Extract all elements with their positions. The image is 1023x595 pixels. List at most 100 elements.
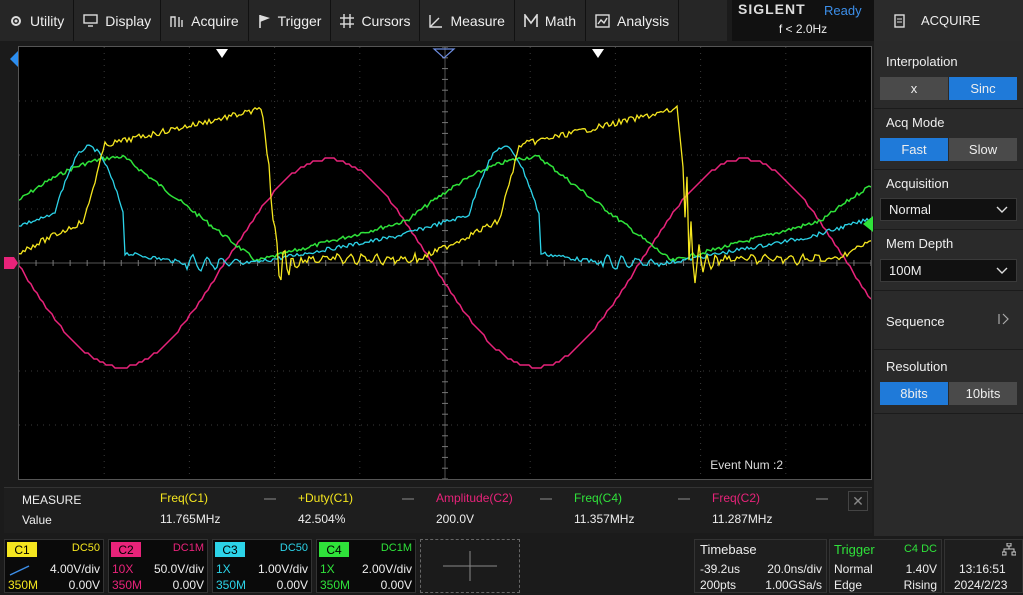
- channel-bandwidth: 350M: [112, 578, 143, 592]
- channel-coupling: DC1M: [380, 542, 412, 554]
- sequence-button[interactable]: Sequence: [874, 291, 1023, 349]
- acq-mode-slow-option[interactable]: Slow: [949, 138, 1017, 161]
- menu-acquire[interactable]: Acquire: [161, 0, 249, 41]
- resolution-toggle: 8bits 10bits: [880, 382, 1017, 405]
- measure-name: +Duty(C1): [298, 491, 354, 505]
- channel-c3[interactable]: C3 DC50 1X 1.00V/div 350M 0.00V: [212, 539, 312, 593]
- channel-offset: 0.00V: [276, 578, 308, 592]
- waveform-display[interactable]: Event Num :2: [18, 46, 872, 480]
- trigger-position-icon[interactable]: [432, 48, 456, 59]
- trigger-level-marker: [863, 216, 873, 232]
- channel-c2[interactable]: C2 DC1M 10X 50.0V/div 350M 0.00V: [108, 539, 208, 593]
- divider: [540, 498, 552, 500]
- gear-icon: [11, 15, 21, 26]
- acq-mode-toggle: Fast Slow: [880, 138, 1017, 161]
- trigger-mode: Normal: [834, 562, 873, 576]
- measure-name: Freq(C2): [712, 491, 761, 505]
- measure-item[interactable]: +Duty(C1) 42.504%: [298, 488, 418, 534]
- time-marker-icon[interactable]: [216, 49, 228, 58]
- acquisition-dropdown[interactable]: Normal: [880, 198, 1017, 221]
- menu-display-label: Display: [105, 12, 152, 29]
- channel-tag: C1: [7, 542, 37, 557]
- menu-utility[interactable]: Utility: [0, 0, 75, 41]
- menu-display[interactable]: Display: [74, 0, 162, 41]
- resolution-10bits-option[interactable]: 10bits: [949, 382, 1017, 405]
- network-icon: [1002, 543, 1016, 556]
- mem-depth-dropdown[interactable]: 100M: [880, 259, 1017, 282]
- menu-analysis[interactable]: Analysis: [586, 0, 680, 41]
- divider: [874, 169, 1023, 170]
- measure-value: 42.504%: [298, 512, 346, 526]
- menu-measure[interactable]: Measure: [420, 0, 515, 41]
- measure-name: Freq(C4): [574, 491, 623, 505]
- measure-item[interactable]: Freq(C2) 11.287MHz: [712, 488, 832, 534]
- measure-value: 200.0V: [436, 512, 475, 526]
- trigger-level: 1.40V: [905, 562, 937, 576]
- divider: [874, 349, 1023, 350]
- measure-item[interactable]: Amplitude(C2) 200.0V: [436, 488, 556, 534]
- channel-bandwidth: 350M: [8, 578, 39, 592]
- math-icon: [524, 13, 538, 27]
- channel-coupling: DC50: [71, 542, 100, 554]
- acq-mode-fast-option[interactable]: Fast: [880, 138, 948, 161]
- slope-icon: [9, 565, 30, 576]
- trigger-title: Trigger: [834, 542, 875, 557]
- menu-utility-label: Utility: [30, 12, 65, 29]
- menu-analysis-label: Analysis: [617, 12, 670, 29]
- analysis-icon: [595, 13, 610, 28]
- measure-name: Freq(C1): [160, 491, 209, 505]
- channel-offset: 0.00V: [380, 578, 412, 592]
- graticule: [19, 47, 871, 479]
- timebase-box[interactable]: Timebase -39.2us 20.0ns/div 200pts 1.00G…: [694, 539, 827, 593]
- trigger-type: Edge: [834, 578, 863, 592]
- divider: [874, 108, 1023, 109]
- channel-offset: 0.00V: [172, 578, 204, 592]
- event-number: Event Num :2: [710, 458, 783, 472]
- timebase-delay: -39.2us: [700, 562, 741, 576]
- trigger-frequency: f < 2.0Hz: [778, 22, 828, 36]
- measure-value: 11.287MHz: [712, 512, 773, 526]
- divider: [264, 498, 276, 500]
- waveform-grid: [19, 47, 871, 479]
- time-marker-icon[interactable]: [592, 49, 604, 58]
- c2-level-marker-icon[interactable]: [4, 257, 18, 269]
- channel-probe: 1X: [216, 562, 231, 576]
- menu-math[interactable]: Math: [515, 0, 587, 41]
- channel-tag: C4: [319, 542, 349, 557]
- channel-c1[interactable]: C1 DC50 4.00V/div 350M 0.00V: [4, 539, 104, 593]
- interpolation-label: Interpolation: [886, 54, 958, 69]
- interpolation-x-option[interactable]: x: [880, 77, 948, 100]
- trigger-slope: Rising: [903, 578, 937, 592]
- run-status: Ready: [824, 3, 862, 18]
- channel-offset: 0.00V: [68, 578, 100, 592]
- channel-coupling: DC1M: [172, 542, 204, 554]
- brand-logo: SIGLENT: [738, 1, 806, 17]
- channel-scale: 50.0V/div: [153, 562, 204, 576]
- interpolation-sinc-option[interactable]: Sinc: [949, 77, 1017, 100]
- crosshair-icon: [340, 13, 355, 28]
- measure-item[interactable]: Freq(C1) 11.765MHz: [160, 488, 280, 534]
- measure-name: Amplitude(C2): [436, 491, 513, 505]
- ruler-icon: [429, 14, 443, 28]
- close-icon[interactable]: ✕: [848, 491, 868, 511]
- left-markers: [4, 51, 18, 269]
- timebase-points: 200pts: [700, 578, 737, 592]
- submenu-arrow-icon: [998, 313, 1009, 325]
- menu-measure-label: Measure: [450, 12, 505, 29]
- trigger-level-icon[interactable]: [863, 216, 873, 232]
- panel-title: ACQUIRE: [921, 13, 981, 28]
- trigger-box[interactable]: Trigger C4 DC Normal 1.40V Edge Rising: [829, 539, 942, 593]
- channel-c4[interactable]: C4 DC1M 1X 2.00V/div 350M 0.00V: [316, 539, 416, 593]
- menu-cursors[interactable]: Cursors: [331, 0, 421, 41]
- acquisition-label: Acquisition: [886, 176, 949, 191]
- divider: [816, 498, 828, 500]
- divider: [402, 498, 414, 500]
- add-channel-button[interactable]: [420, 539, 520, 593]
- divider: [874, 413, 1023, 414]
- menu-trigger[interactable]: Trigger: [249, 0, 332, 41]
- reference-marker-icon[interactable]: [10, 51, 18, 67]
- measure-item[interactable]: Freq(C4) 11.357MHz: [574, 488, 694, 534]
- channel-bandwidth: 350M: [320, 578, 351, 592]
- clock-time: 13:16:51: [959, 562, 1006, 576]
- resolution-8bits-option[interactable]: 8bits: [880, 382, 948, 405]
